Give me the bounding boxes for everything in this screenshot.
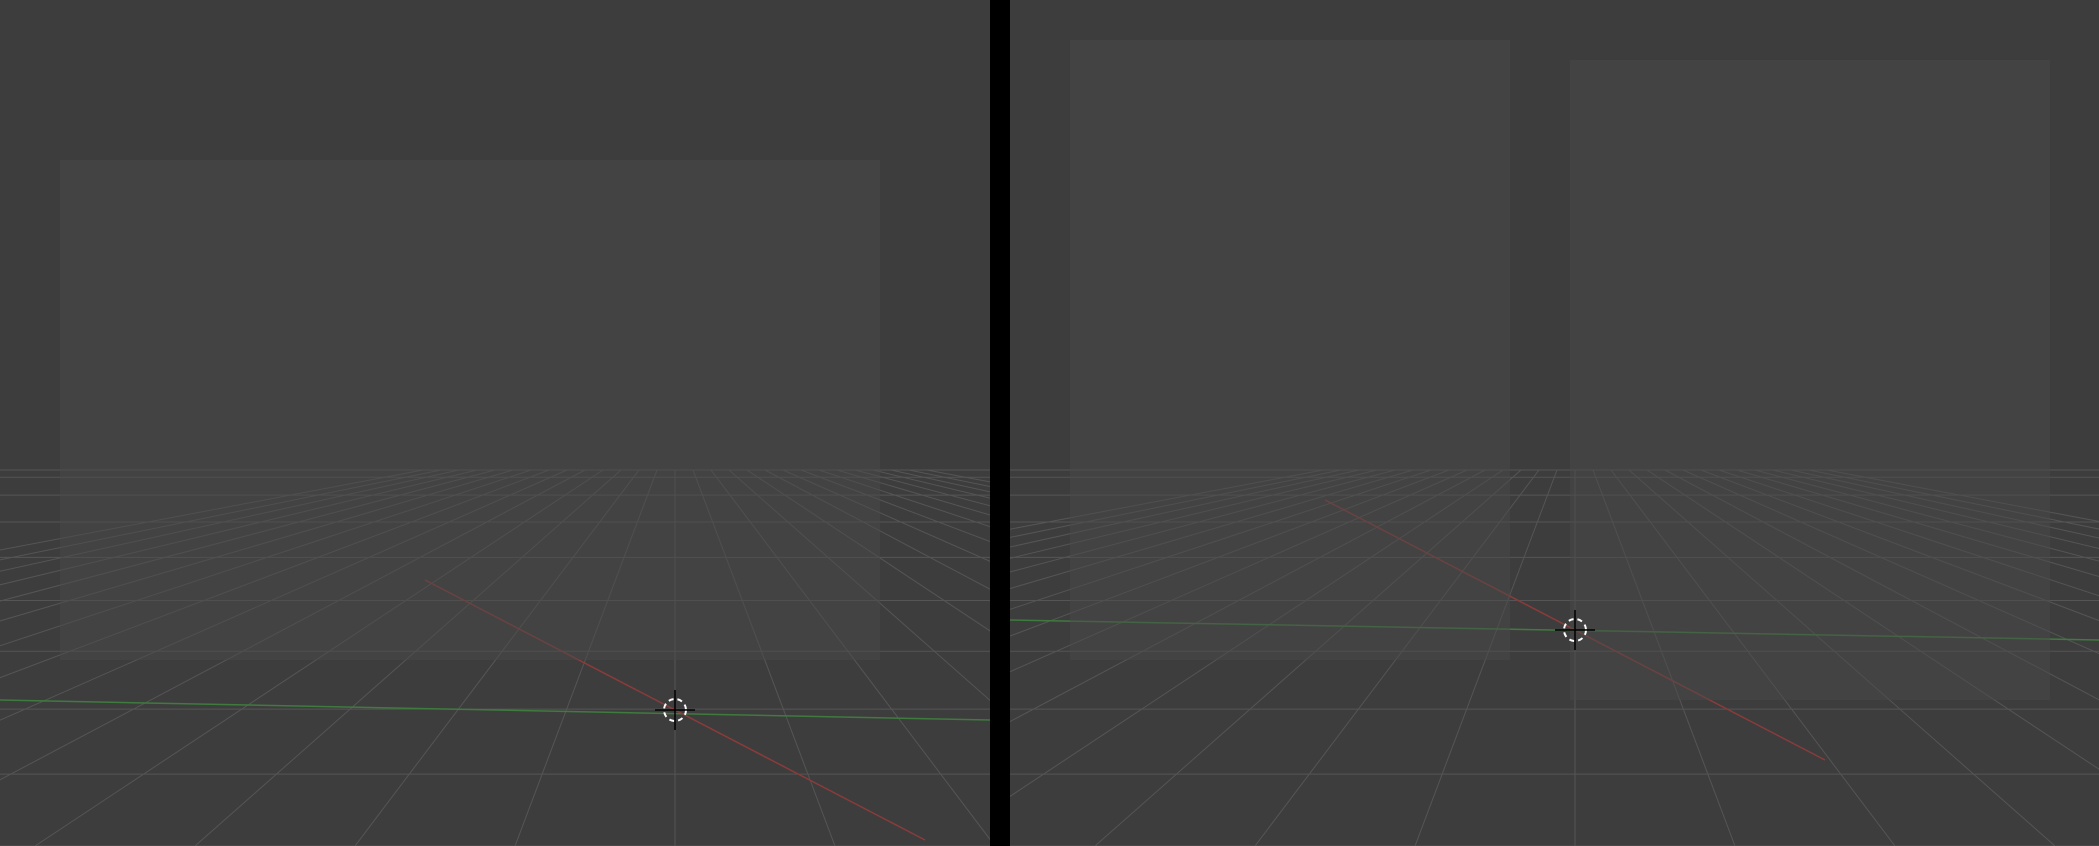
right-3d-viewport[interactable] bbox=[1010, 0, 2099, 846]
viewport-divider[interactable] bbox=[990, 0, 1010, 846]
model-placeholder bbox=[1070, 40, 1510, 660]
viewport-canvas[interactable] bbox=[1010, 0, 2099, 846]
model-placeholder bbox=[60, 160, 880, 660]
left-3d-viewport[interactable] bbox=[0, 0, 990, 846]
viewport-canvas[interactable] bbox=[0, 0, 990, 846]
model-placeholder bbox=[1570, 60, 2050, 700]
